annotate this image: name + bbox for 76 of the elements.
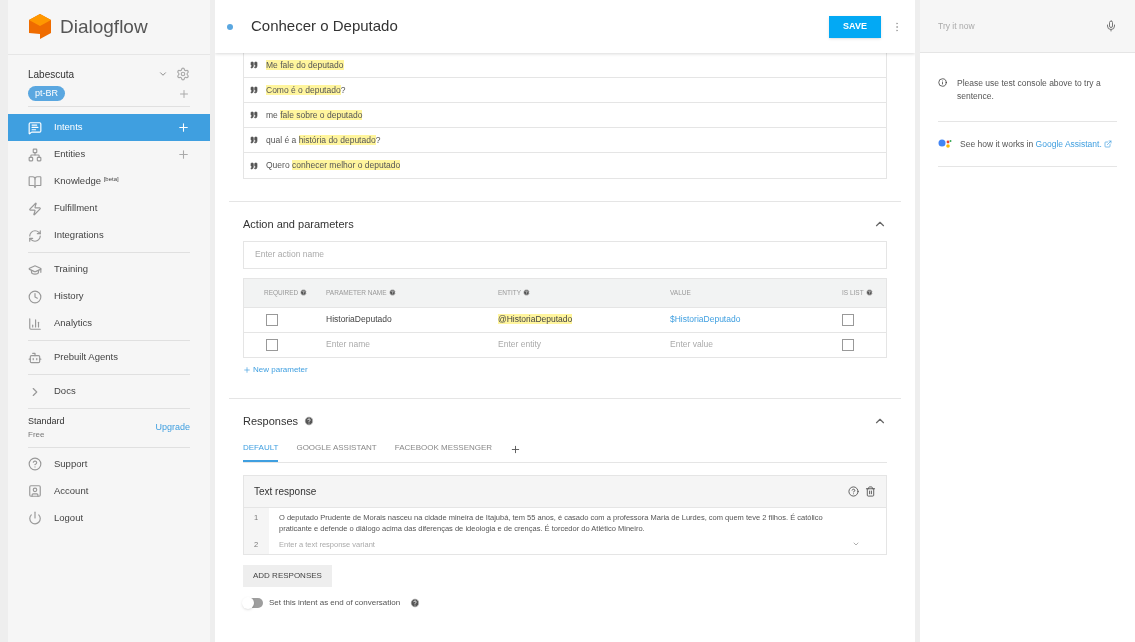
plan-type-label: Free xyxy=(28,428,46,441)
nav-label: Support xyxy=(54,456,88,471)
nav-label: Fulfillment xyxy=(54,201,99,216)
nav-label: History xyxy=(54,289,85,304)
nav-item[interactable]: Analytics xyxy=(28,310,190,337)
assistant-text: See how it works in Google Assistant. xyxy=(960,137,1102,151)
agent-name[interactable]: Labescuta xyxy=(28,66,75,82)
toggle-label: Set this intent as end of conversation xyxy=(269,596,401,609)
info-text: Please use test console above to try a sentence. xyxy=(957,77,1102,103)
lightning-icon xyxy=(28,201,42,216)
dropdown-icon[interactable] xyxy=(158,69,168,79)
power-icon xyxy=(28,511,42,525)
nav-label: Training xyxy=(54,262,89,277)
nav-label: Docs xyxy=(54,384,77,399)
brand-name: Dialogflow xyxy=(60,14,148,39)
chat-icon xyxy=(28,120,42,135)
nav-label: Intents xyxy=(54,120,84,135)
assistant-logo-icon xyxy=(938,137,952,150)
nav-item[interactable]: Fulfillment xyxy=(8,195,210,222)
help-icon xyxy=(28,457,42,471)
quote-icon xyxy=(250,136,258,144)
table-cell[interactable]: HistoriaDeputado xyxy=(326,313,498,326)
nav-label: Account xyxy=(54,483,89,498)
hierarchy-icon xyxy=(28,147,42,162)
nav-item[interactable]: Training xyxy=(28,256,190,283)
toggle-switch[interactable] xyxy=(243,597,263,608)
add-tab-icon[interactable] xyxy=(510,443,522,455)
card-title: Text response xyxy=(254,485,317,499)
nav-item[interactable]: Knowledge $^{[beta]}$ xyxy=(8,168,210,195)
quote-icon xyxy=(250,86,258,94)
quote-icon xyxy=(250,161,258,170)
nav-label: Entities xyxy=(54,147,87,162)
nav-label: Knowledge $^{[beta]}$ xyxy=(54,174,120,189)
plus-icon xyxy=(243,365,251,374)
nav-item[interactable]: Docs xyxy=(28,378,190,405)
info-icon xyxy=(938,78,947,87)
nav-label: Integrations xyxy=(54,228,105,243)
add-icon[interactable] xyxy=(177,121,190,134)
nav-item[interactable]: Entities xyxy=(8,141,210,168)
nav-item[interactable]: Logout xyxy=(28,504,190,532)
agent-icon xyxy=(28,350,42,365)
bar-chart-icon xyxy=(28,316,42,331)
nav-item[interactable]: Account xyxy=(28,477,190,505)
quote-icon xyxy=(250,111,258,119)
settings-icon[interactable] xyxy=(176,67,190,81)
nav-label: Analytics xyxy=(54,316,93,331)
checkbox[interactable] xyxy=(266,313,278,326)
logo-icon xyxy=(28,13,52,41)
account-icon xyxy=(28,484,42,498)
nav-item[interactable]: History xyxy=(28,283,190,310)
nav-label: Logout xyxy=(54,510,84,525)
intent-title: Conhecer o Deputado xyxy=(251,16,399,37)
response-tab[interactable]: FACEBOOK MESSENGER xyxy=(394,442,493,462)
training-phrase[interactable]: Me fale do deputado xyxy=(266,58,344,72)
microphone-icon[interactable] xyxy=(1105,20,1117,32)
checkbox[interactable] xyxy=(842,313,854,326)
section-title: Action and parameters xyxy=(243,217,354,232)
clock-icon xyxy=(28,289,42,304)
nav-item[interactable]: Integrations xyxy=(8,222,210,249)
help-icon[interactable] xyxy=(848,486,859,497)
refresh-icon xyxy=(28,228,42,243)
delete-icon[interactable] xyxy=(865,486,876,497)
book-icon xyxy=(28,174,42,189)
checkbox[interactable] xyxy=(266,338,278,351)
add-responses-button[interactable]: ADD RESPONSES xyxy=(243,564,332,587)
section-title: Responses xyxy=(243,413,299,429)
table-cell[interactable]: @HistoriaDeputado xyxy=(498,313,670,326)
add-icon[interactable] xyxy=(177,148,190,161)
response-tab[interactable]: GOOGLE ASSISTANT xyxy=(296,442,377,462)
nav-label: Prebuilt Agents xyxy=(54,350,119,365)
plan-name: Standard xyxy=(28,415,65,428)
checkbox[interactable] xyxy=(842,338,854,351)
nav-item[interactable]: Prebuilt Agents xyxy=(28,344,190,371)
graduation-cap-icon xyxy=(28,262,42,277)
quote-icon xyxy=(250,61,258,69)
nav-item[interactable]: Support xyxy=(28,450,190,478)
